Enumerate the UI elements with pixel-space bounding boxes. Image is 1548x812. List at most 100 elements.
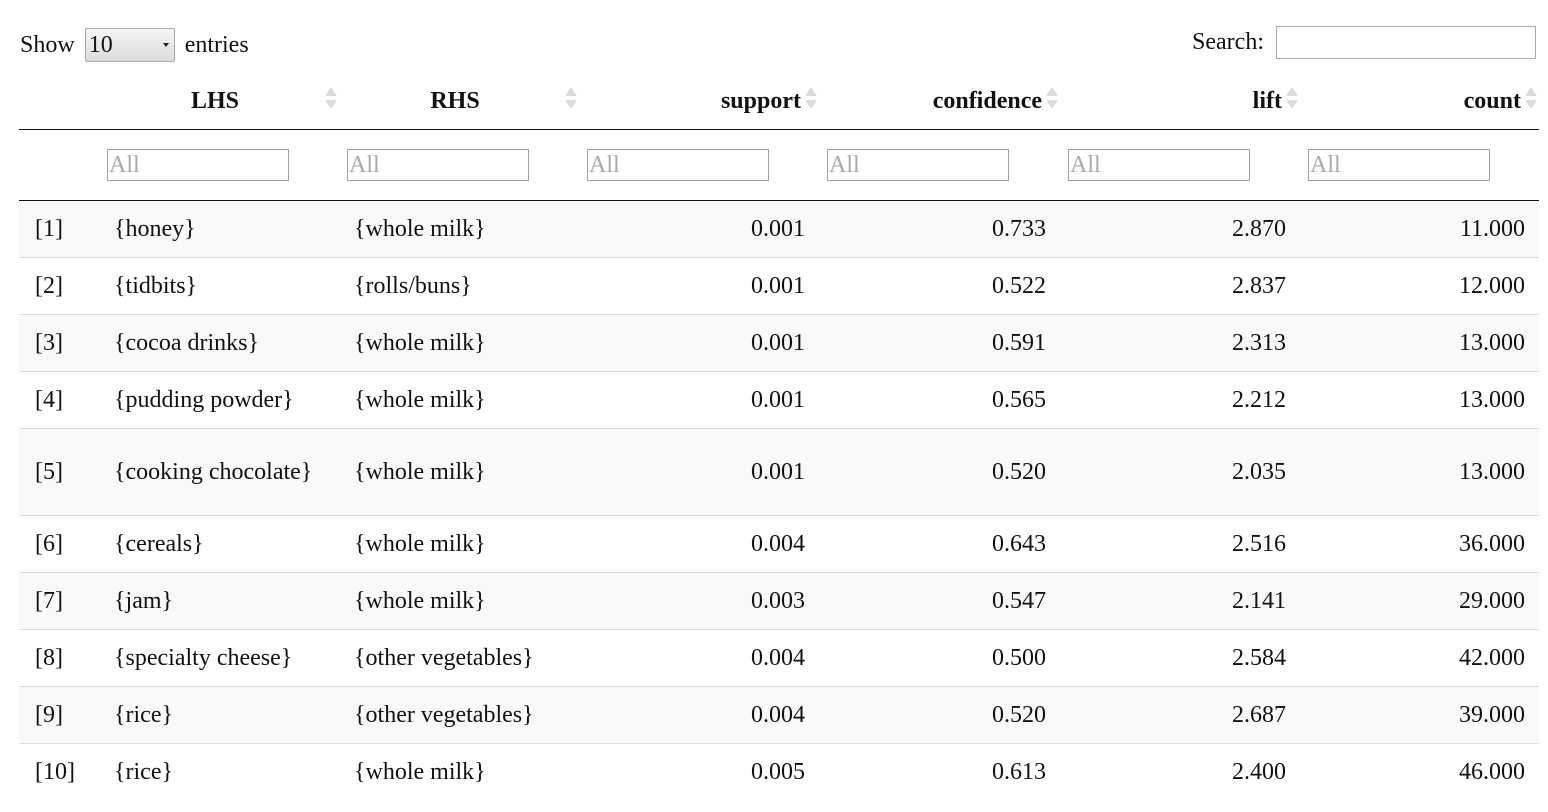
search-input[interactable]	[1276, 26, 1536, 59]
table-row[interactable]: [8] {specialty cheese} {other vegetables…	[19, 629, 1539, 687]
lift-cell: 2.313	[1060, 314, 1300, 372]
rhs-cell: {whole milk}	[339, 371, 579, 429]
lift-cell: 2.837	[1060, 257, 1300, 315]
entries-label: entries	[184, 32, 249, 58]
table-row[interactable]: [9] {rice} {other vegetables} 0.004 0.52…	[19, 686, 1539, 744]
confidence-cell: 0.522	[819, 257, 1060, 315]
confidence-cell: 0.500	[819, 629, 1060, 687]
confidence-cell: 0.613	[819, 743, 1060, 800]
count-cell: 36.000	[1300, 515, 1539, 573]
header-count-label: count	[1463, 88, 1521, 114]
chevron-down-icon	[162, 43, 169, 47]
filter-lift-cell: All	[1060, 129, 1300, 201]
rhs-cell: {whole milk}	[339, 314, 579, 372]
header-rhs[interactable]: RHS	[339, 74, 579, 130]
header-lhs[interactable]: LHS	[99, 74, 339, 130]
filter-index-cell	[19, 129, 99, 201]
lhs-cell: {honey}	[99, 200, 339, 258]
header-support-label: support	[720, 88, 801, 114]
row-index: [7]	[19, 572, 99, 630]
row-index: [9]	[19, 686, 99, 744]
header-rhs-label: RHS	[430, 88, 480, 114]
lhs-cell: {rice}	[99, 686, 339, 744]
filter-lift-input[interactable]: All	[1068, 149, 1250, 181]
table-row[interactable]: [4] {pudding powder} {whole milk} 0.001 …	[19, 371, 1539, 429]
count-cell: 13.000	[1300, 314, 1539, 372]
support-cell: 0.004	[579, 686, 819, 744]
entries-per-page-select[interactable]: 10	[84, 28, 175, 62]
rhs-cell: {whole milk}	[339, 743, 579, 800]
row-index: [8]	[19, 629, 99, 687]
row-index: [3]	[19, 314, 99, 372]
lhs-cell: {jam}	[99, 572, 339, 630]
lift-cell: 2.584	[1060, 629, 1300, 687]
count-cell: 46.000	[1300, 743, 1539, 800]
lift-cell: 2.212	[1060, 371, 1300, 429]
header-lhs-label: LHS	[190, 88, 240, 114]
support-cell: 0.005	[579, 743, 819, 800]
sort-icon	[325, 87, 337, 109]
table-row[interactable]: [1] {honey} {whole milk} 0.001 0.733 2.8…	[19, 200, 1539, 258]
count-cell: 29.000	[1300, 572, 1539, 630]
header-confidence[interactable]: confidence	[819, 74, 1060, 130]
row-index: [6]	[19, 515, 99, 573]
sort-icon	[1286, 87, 1298, 109]
row-index: [2]	[19, 257, 99, 315]
header-support[interactable]: support	[579, 74, 819, 130]
table-row[interactable]: [2] {tidbits} {rolls/buns} 0.001 0.522 2…	[19, 257, 1539, 315]
support-cell: 0.004	[579, 629, 819, 687]
rhs-cell: {rolls/buns}	[339, 257, 579, 315]
rhs-cell: {whole milk}	[339, 572, 579, 630]
support-cell: 0.004	[579, 515, 819, 573]
filter-rhs-input[interactable]: All	[347, 149, 529, 181]
table-row[interactable]: [3] {cocoa drinks} {whole milk} 0.001 0.…	[19, 314, 1539, 372]
filter-count-input[interactable]: All	[1308, 149, 1490, 181]
lhs-cell: {pudding powder}	[99, 371, 339, 429]
lift-cell: 2.516	[1060, 515, 1300, 573]
rhs-cell: {other vegetables}	[339, 629, 579, 687]
count-cell: 39.000	[1300, 686, 1539, 744]
sort-icon	[565, 87, 577, 109]
filter-support-input[interactable]: All	[587, 149, 769, 181]
lhs-cell: {cooking chocolate}	[99, 428, 339, 516]
lift-cell: 2.870	[1060, 200, 1300, 258]
header-count[interactable]: count	[1300, 74, 1539, 130]
support-cell: 0.001	[579, 314, 819, 372]
rules-table: LHS RHS support confidence lift count Al…	[19, 74, 1539, 800]
sort-icon	[1525, 87, 1537, 109]
length-control: Show 10 entries	[20, 28, 249, 62]
count-cell: 42.000	[1300, 629, 1539, 687]
sort-icon	[805, 87, 817, 109]
lift-cell: 2.687	[1060, 686, 1300, 744]
lift-cell: 2.035	[1060, 428, 1300, 516]
count-cell: 13.000	[1300, 371, 1539, 429]
table-row[interactable]: [5] {cooking chocolate} {whole milk} 0.0…	[19, 428, 1539, 516]
lift-cell: 2.400	[1060, 743, 1300, 800]
sort-icon	[1046, 87, 1058, 109]
filter-confidence-cell: All	[819, 129, 1060, 201]
confidence-cell: 0.591	[819, 314, 1060, 372]
rhs-cell: {whole milk}	[339, 515, 579, 573]
confidence-cell: 0.565	[819, 371, 1060, 429]
table-row[interactable]: [10] {rice} {whole milk} 0.005 0.613 2.4…	[19, 743, 1539, 800]
search-label: Search:	[1192, 29, 1264, 55]
lhs-cell: {tidbits}	[99, 257, 339, 315]
lhs-cell: {rice}	[99, 743, 339, 800]
header-row: LHS RHS support confidence lift count	[19, 74, 1539, 130]
filter-lhs-input[interactable]: All	[107, 149, 289, 181]
table-row[interactable]: [6] {cereals} {whole milk} 0.004 0.643 2…	[19, 515, 1539, 573]
header-lift[interactable]: lift	[1060, 74, 1300, 130]
row-index: [10]	[19, 743, 99, 800]
row-index: [5]	[19, 428, 99, 516]
confidence-cell: 0.643	[819, 515, 1060, 573]
lhs-cell: {cocoa drinks}	[99, 314, 339, 372]
support-cell: 0.001	[579, 200, 819, 258]
header-confidence-label: confidence	[932, 88, 1042, 114]
filter-confidence-input[interactable]: All	[827, 149, 1009, 181]
filter-row: All All All All All All	[19, 129, 1539, 201]
table-row[interactable]: [7] {jam} {whole milk} 0.003 0.547 2.141…	[19, 572, 1539, 630]
confidence-cell: 0.547	[819, 572, 1060, 630]
support-cell: 0.003	[579, 572, 819, 630]
lhs-cell: {specialty cheese}	[99, 629, 339, 687]
count-cell: 12.000	[1300, 257, 1539, 315]
